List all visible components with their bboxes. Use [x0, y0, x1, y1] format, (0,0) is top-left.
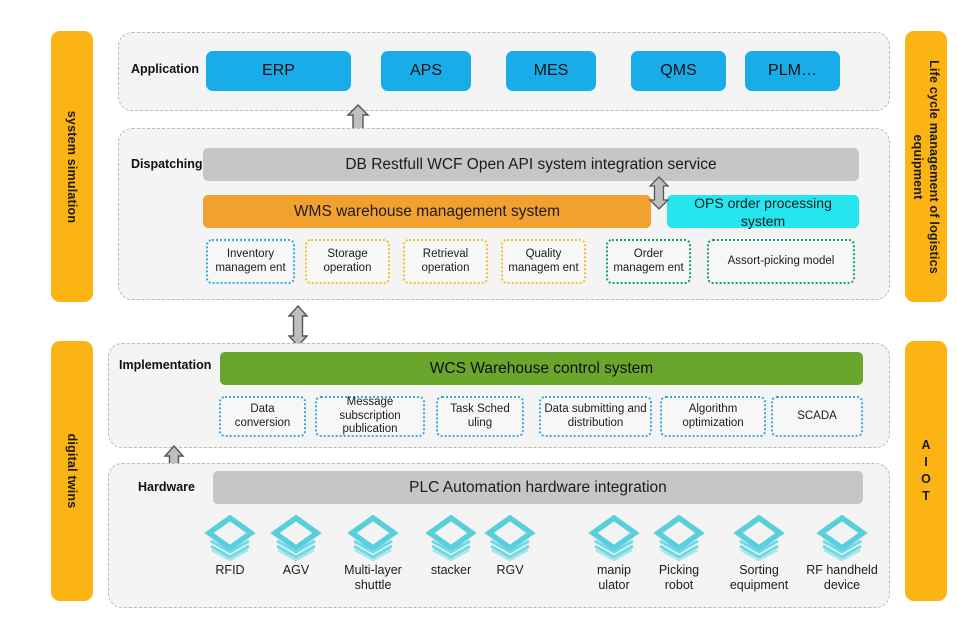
sidebar-aiot-label: A I O T [921, 438, 931, 503]
layer-label-implementation: Implementation [119, 358, 212, 372]
hardware-device-picking-robot-label: Picking robot [658, 563, 700, 592]
module-message-subscription-publication-label: Message subscription publication [339, 396, 401, 436]
hardware-device-rfid[interactable]: RFID [202, 515, 258, 578]
app-button-erp[interactable]: ERP [206, 51, 351, 91]
stacked-layers-icon [588, 515, 640, 561]
module-order-management-label: Order managem ent [613, 248, 684, 274]
hardware-device-sorting-equipment[interactable]: Sorting equipment [716, 515, 802, 593]
wcs-bar: WCS Warehouse control system [220, 352, 863, 385]
sidebar-system-simulation: system simulation [51, 31, 93, 302]
module-task-scheduling-label: Task Sched uling [450, 403, 510, 429]
integration-service-bar-label: DB Restfull WCF Open API system integrat… [345, 155, 717, 173]
module-assort-picking-model-label: Assort-picking model [727, 254, 835, 267]
hardware-device-stacker-label: stacker [430, 563, 472, 577]
module-storage-operation[interactable]: Storage operation [305, 239, 390, 284]
hardware-device-manipulator[interactable]: manip ulator [586, 515, 642, 593]
wms-bar: WMS warehouse management system [203, 195, 651, 228]
module-algorithm-optimization[interactable]: Algorithm optimization [660, 396, 766, 437]
stacked-layers-icon [653, 515, 705, 561]
module-data-conversion-label: Data conversion [234, 403, 291, 429]
stacked-layers-icon [484, 515, 536, 561]
stacked-layers-icon [816, 515, 868, 561]
hardware-device-agv-label: AGV [282, 563, 310, 577]
hardware-device-rgv[interactable]: RGV [482, 515, 538, 578]
app-button-aps-label: APS [409, 62, 442, 79]
layer-label-hardware: Hardware [138, 480, 195, 494]
module-retrieval-operation-label: Retrieval operation [421, 248, 470, 274]
stacked-layers-icon [733, 515, 785, 561]
sidebar-lifecycle-management: Life cycle management of logistics equip… [905, 31, 947, 302]
architecture-diagram: system simulation digital twins Life cyc… [0, 0, 957, 631]
app-button-aps[interactable]: APS [381, 51, 471, 91]
wms-bar-label: WMS warehouse management system [293, 202, 561, 220]
module-inventory-management[interactable]: Inventory managem ent [206, 239, 295, 284]
sidebar-digital-twins-label: digital twins [65, 433, 79, 509]
app-button-erp-label: ERP [262, 62, 295, 79]
ops-bar-label: OPS order processing system [694, 194, 832, 229]
app-button-mes[interactable]: MES [506, 51, 596, 91]
wcs-bar-label: WCS Warehouse control system [429, 359, 654, 377]
layer-label-dispatching: Dispatching [131, 157, 203, 171]
app-button-mes-label: MES [533, 62, 569, 79]
module-data-submitting-distribution[interactable]: Data submitting and distribution [539, 396, 652, 437]
hardware-device-manipulator-label: manip ulator [596, 563, 632, 592]
module-quality-management-label: Quality managem ent [508, 248, 579, 274]
module-data-submitting-distribution-label: Data submitting and distribution [544, 403, 647, 429]
module-message-subscription-publication[interactable]: Message subscription publication [315, 396, 425, 437]
layer-label-application: Application [131, 62, 200, 76]
stacked-layers-icon [204, 515, 256, 561]
app-button-plm[interactable]: PLM… [745, 51, 840, 91]
sidebar-lifecycle-management-label: Life cycle management of logistics equip… [911, 59, 941, 274]
app-button-plm-label: PLM… [768, 62, 817, 79]
stacked-layers-icon [347, 515, 399, 561]
module-inventory-management-label: Inventory managem ent [215, 248, 286, 274]
hardware-device-rgv-label: RGV [496, 563, 524, 577]
module-assort-picking-model[interactable]: Assort-picking model [707, 239, 855, 284]
plc-bar-label: PLC Automation hardware integration [409, 478, 667, 496]
app-button-qms-label: QMS [660, 62, 697, 79]
stacked-layers-icon [425, 515, 477, 561]
module-quality-management[interactable]: Quality managem ent [501, 239, 586, 284]
hardware-device-agv[interactable]: AGV [268, 515, 324, 578]
module-scada[interactable]: SCADA [771, 396, 863, 437]
dispatching-implementation-arrow [287, 305, 309, 347]
integration-service-bar: DB Restfull WCF Open API system integrat… [203, 148, 859, 181]
sidebar-system-simulation-label: system simulation [65, 110, 79, 223]
module-retrieval-operation[interactable]: Retrieval operation [403, 239, 488, 284]
ops-bar: OPS order processing system [667, 194, 859, 229]
hardware-device-multi-layer-shuttle[interactable]: Multi-layer shuttle [333, 515, 413, 593]
hardware-device-rfid-label: RFID [215, 563, 245, 577]
hardware-device-picking-robot[interactable]: Picking robot [650, 515, 708, 593]
module-algorithm-optimization-label: Algorithm optimization [682, 403, 744, 429]
hardware-device-multi-layer-shuttle-label: Multi-layer shuttle [344, 563, 402, 592]
module-order-management[interactable]: Order managem ent [606, 239, 691, 284]
stacked-layers-icon [270, 515, 322, 561]
hardware-device-stacker[interactable]: stacker [420, 515, 482, 578]
module-storage-operation-label: Storage operation [323, 248, 372, 274]
hardware-device-rf-handheld-label: RF handheld device [806, 563, 878, 592]
plc-bar: PLC Automation hardware integration [213, 471, 863, 504]
module-task-scheduling[interactable]: Task Sched uling [436, 396, 524, 437]
wms-ops-arrow [648, 176, 670, 210]
hardware-device-rf-handheld[interactable]: RF handheld device [797, 515, 887, 593]
hardware-device-sorting-equipment-label: Sorting equipment [729, 563, 789, 592]
sidebar-digital-twins: digital twins [51, 341, 93, 601]
module-data-conversion[interactable]: Data conversion [219, 396, 306, 437]
app-button-qms[interactable]: QMS [631, 51, 726, 91]
module-scada-label: SCADA [797, 409, 837, 422]
sidebar-aiot: A I O T [905, 341, 947, 601]
